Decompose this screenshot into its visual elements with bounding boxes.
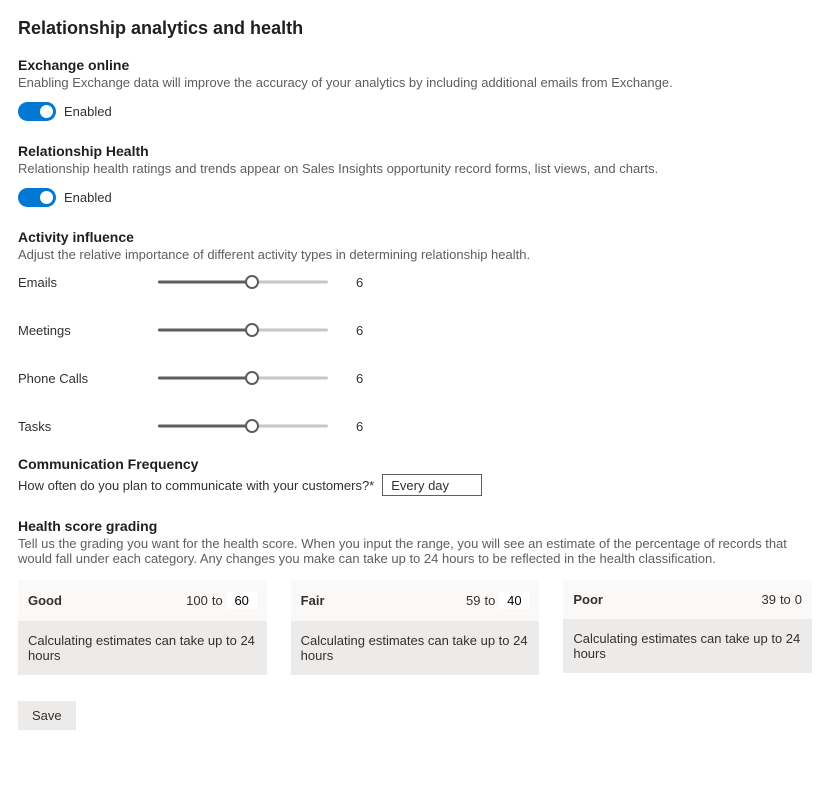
slider-emails[interactable] xyxy=(158,274,328,290)
exchange-toggle[interactable] xyxy=(18,102,56,121)
save-button[interactable]: Save xyxy=(18,701,76,730)
exchange-heading: Exchange online xyxy=(18,57,812,73)
slider-value-emails: 6 xyxy=(356,275,376,290)
grade-to-poor: to xyxy=(780,592,791,607)
grade-card-fair: Fair 59 to Calculating estimates can tak… xyxy=(291,580,540,675)
section-relationship-health: Relationship Health Relationship health … xyxy=(18,143,812,207)
grade-low-poor: 0 xyxy=(795,592,802,607)
activity-row-phone-calls: Phone Calls 6 xyxy=(18,370,812,386)
exchange-toggle-label: Enabled xyxy=(64,104,112,119)
grade-note-good: Calculating estimates can take up to 24 … xyxy=(18,621,267,675)
grade-name-fair: Fair xyxy=(301,593,325,608)
activity-label-phone-calls: Phone Calls xyxy=(18,371,158,386)
grade-low-input-good[interactable] xyxy=(227,592,257,609)
activity-label-tasks: Tasks xyxy=(18,419,158,434)
grade-card-good: Good 100 to Calculating estimates can ta… xyxy=(18,580,267,675)
grade-note-poor: Calculating estimates can take up to 24 … xyxy=(563,619,812,673)
grade-name-poor: Poor xyxy=(573,592,603,607)
relationship-health-toggle-label: Enabled xyxy=(64,190,112,205)
exchange-description: Enabling Exchange data will improve the … xyxy=(18,75,812,90)
grade-card-poor: Poor 39 to 0 Calculating estimates can t… xyxy=(563,580,812,675)
activity-row-tasks: Tasks 6 xyxy=(18,418,812,434)
grade-high-good: 100 xyxy=(186,593,208,608)
grade-high-poor: 39 xyxy=(761,592,775,607)
section-communication-frequency: Communication Frequency How often do you… xyxy=(18,456,812,496)
health-grading-description: Tell us the grading you want for the hea… xyxy=(18,536,812,566)
slider-value-meetings: 6 xyxy=(356,323,376,338)
section-exchange-online: Exchange online Enabling Exchange data w… xyxy=(18,57,812,121)
activity-influence-description: Adjust the relative importance of differ… xyxy=(18,247,812,262)
activity-row-emails: Emails 6 xyxy=(18,274,812,290)
activity-influence-heading: Activity influence xyxy=(18,229,812,245)
slider-value-phone-calls: 6 xyxy=(356,371,376,386)
activity-row-meetings: Meetings 6 xyxy=(18,322,812,338)
relationship-health-toggle[interactable] xyxy=(18,188,56,207)
slider-tasks[interactable] xyxy=(158,418,328,434)
grade-high-fair: 59 xyxy=(466,593,480,608)
communication-frequency-label: How often do you plan to communicate wit… xyxy=(18,478,374,493)
grade-low-input-fair[interactable] xyxy=(499,592,529,609)
communication-frequency-select[interactable]: Every day xyxy=(382,474,482,496)
section-health-grading: Health score grading Tell us the grading… xyxy=(18,518,812,675)
health-grading-heading: Health score grading xyxy=(18,518,812,534)
slider-meetings[interactable] xyxy=(158,322,328,338)
grade-to-good: to xyxy=(212,593,223,608)
communication-frequency-heading: Communication Frequency xyxy=(18,456,812,472)
activity-label-emails: Emails xyxy=(18,275,158,290)
slider-phone-calls[interactable] xyxy=(158,370,328,386)
section-activity-influence: Activity influence Adjust the relative i… xyxy=(18,229,812,434)
relationship-health-description: Relationship health ratings and trends a… xyxy=(18,161,812,176)
grade-to-fair: to xyxy=(485,593,496,608)
slider-value-tasks: 6 xyxy=(356,419,376,434)
activity-label-meetings: Meetings xyxy=(18,323,158,338)
grade-name-good: Good xyxy=(28,593,62,608)
grade-note-fair: Calculating estimates can take up to 24 … xyxy=(291,621,540,675)
relationship-health-heading: Relationship Health xyxy=(18,143,812,159)
page-title: Relationship analytics and health xyxy=(18,18,812,39)
